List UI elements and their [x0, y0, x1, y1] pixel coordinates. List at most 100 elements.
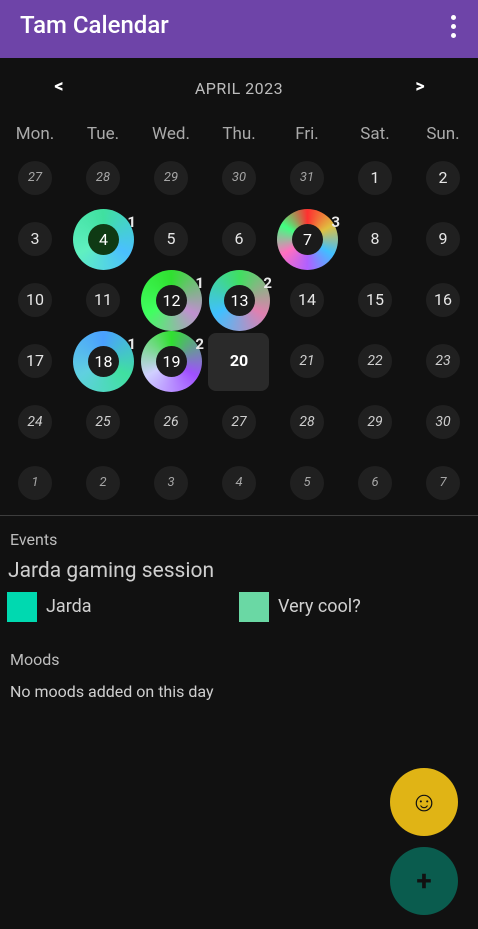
calendar-day-cell[interactable]: 15	[341, 270, 409, 331]
calendar-day-cell[interactable]: 5	[273, 453, 341, 514]
more-vert-icon[interactable]	[446, 14, 460, 40]
weekday-label: Thu.	[222, 124, 256, 144]
day-number: 27	[222, 405, 256, 439]
calendar-day-cell[interactable]: 28	[69, 148, 137, 209]
calendar-day-cell[interactable]: 14	[273, 270, 341, 331]
calendar-day-cell[interactable]: 16	[409, 270, 477, 331]
calendar-day-cell[interactable]: 27	[205, 392, 273, 453]
day-number: 6	[358, 466, 392, 500]
day-number: 13	[224, 285, 255, 316]
moods-heading: Moods	[10, 650, 60, 669]
day-number: 31	[290, 161, 324, 195]
day-number: 7	[426, 466, 460, 500]
calendar-day-cell[interactable]: 17	[1, 331, 69, 392]
app-title: Tam Calendar	[20, 11, 169, 39]
calendar-day-cell[interactable]: 30	[409, 392, 477, 453]
calendar-day-cell[interactable]: 31	[273, 148, 341, 209]
day-number: 3	[18, 222, 52, 256]
calendar-day-cell[interactable]: 24	[1, 392, 69, 453]
day-number: 19	[156, 346, 187, 377]
calendar-day-cell[interactable]: 25	[69, 392, 137, 453]
plus-icon: +	[416, 864, 432, 897]
calendar-day-cell[interactable]: 23	[409, 331, 477, 392]
day-number: 10	[18, 283, 52, 317]
weekday-label: Tue.	[86, 124, 120, 144]
calendar-day-cell[interactable]: 21	[273, 331, 341, 392]
day-event-ring: 18 1	[73, 331, 136, 392]
calendar-day-cell[interactable]: 19 2	[137, 331, 205, 392]
calendar-day-cell[interactable]: 8	[341, 209, 409, 270]
calendar-day-cell[interactable]: 18 1	[69, 331, 137, 392]
calendar-day-cell[interactable]: 13 2	[205, 270, 273, 331]
day-number: 14	[290, 283, 324, 317]
weekday-label: Wed.	[152, 124, 190, 144]
day-number: 30	[222, 161, 256, 195]
day-number: 3	[154, 466, 188, 500]
calendar-day-cell[interactable]: 1	[1, 453, 69, 514]
day-number: 8	[358, 222, 392, 256]
calendar-day-cell[interactable]: 6	[341, 453, 409, 514]
calendar-day-cell[interactable]: 3	[137, 453, 205, 514]
calendar-day-cell[interactable]: 41	[69, 209, 137, 270]
day-number: 29	[154, 161, 188, 195]
event-count-badge: 2	[263, 274, 272, 292]
calendar-day-cell[interactable]: 7	[409, 453, 477, 514]
app-bar: Tam Calendar	[0, 0, 478, 58]
calendar-day-cell[interactable]: 27	[1, 148, 69, 209]
calendar-day-cell[interactable]: 30	[205, 148, 273, 209]
day-number: 27	[18, 161, 52, 195]
calendar-day-cell[interactable]: 11	[69, 270, 137, 331]
calendar-day-cell[interactable]: 29	[137, 148, 205, 209]
day-number: 29	[358, 405, 392, 439]
weekday-label: Fri.	[295, 124, 319, 144]
calendar-day-cell[interactable]: 2	[69, 453, 137, 514]
weekday-header: Mon. Tue. Wed. Thu. Fri. Sat. Sun.	[1, 124, 477, 148]
add-event-button[interactable]: +	[390, 847, 458, 915]
day-number: 16	[426, 283, 460, 317]
calendar-day-cell[interactable]: 20	[205, 331, 273, 392]
calendar-day-cell[interactable]: 4	[205, 453, 273, 514]
calendar-day-cell[interactable]: 26	[137, 392, 205, 453]
weekday-label: Mon.	[15, 124, 55, 144]
day-number: 23	[426, 344, 460, 378]
calendar-day-cell[interactable]: 12 1	[137, 270, 205, 331]
event-count-badge: 1	[127, 335, 136, 353]
day-event-ring: 13 2	[209, 270, 272, 331]
event-title[interactable]: Jarda gaming session	[8, 559, 214, 583]
weekday-label: Sat.	[360, 124, 390, 144]
event-count-badge: 1	[127, 213, 136, 231]
moods-empty-text: No moods added on this day	[10, 682, 214, 701]
day-number: 5	[290, 466, 324, 500]
day-number: 22	[358, 344, 392, 378]
tag-label: Jarda	[46, 596, 92, 617]
calendar-day-cell[interactable]: 28	[273, 392, 341, 453]
calendar-day-cell[interactable]: 73	[273, 209, 341, 270]
day-number: 25	[86, 405, 120, 439]
day-number: 15	[358, 283, 392, 317]
day-event-ring: 19 2	[141, 331, 204, 392]
calendar-day-cell[interactable]: 1	[341, 148, 409, 209]
calendar-day-cell[interactable]: 9	[409, 209, 477, 270]
day-number: 1	[358, 161, 392, 195]
tag-color-swatch	[7, 592, 37, 622]
events-heading: Events	[10, 530, 58, 549]
smiley-icon: ☺	[409, 785, 439, 818]
calendar-day-cell[interactable]: 5	[137, 209, 205, 270]
calendar-day-cell[interactable]: 10	[1, 270, 69, 331]
calendar-day-cell[interactable]: 3	[1, 209, 69, 270]
calendar-day-cell[interactable]: 22	[341, 331, 409, 392]
add-mood-button[interactable]: ☺	[390, 768, 458, 836]
day-number: 24	[18, 405, 52, 439]
day-number: 4	[88, 224, 119, 255]
calendar-day-cell[interactable]: 6	[205, 209, 273, 270]
day-number: 7	[292, 224, 323, 255]
day-number: 5	[154, 222, 188, 256]
weekday-label: Sun.	[426, 124, 460, 144]
next-month-button[interactable]: >	[405, 76, 435, 97]
day-number: 12	[156, 285, 187, 316]
calendar-day-cell[interactable]: 2	[409, 148, 477, 209]
day-event-ring: 73	[277, 209, 340, 270]
divider	[0, 515, 478, 516]
day-number: 28	[86, 161, 120, 195]
calendar-day-cell[interactable]: 29	[341, 392, 409, 453]
